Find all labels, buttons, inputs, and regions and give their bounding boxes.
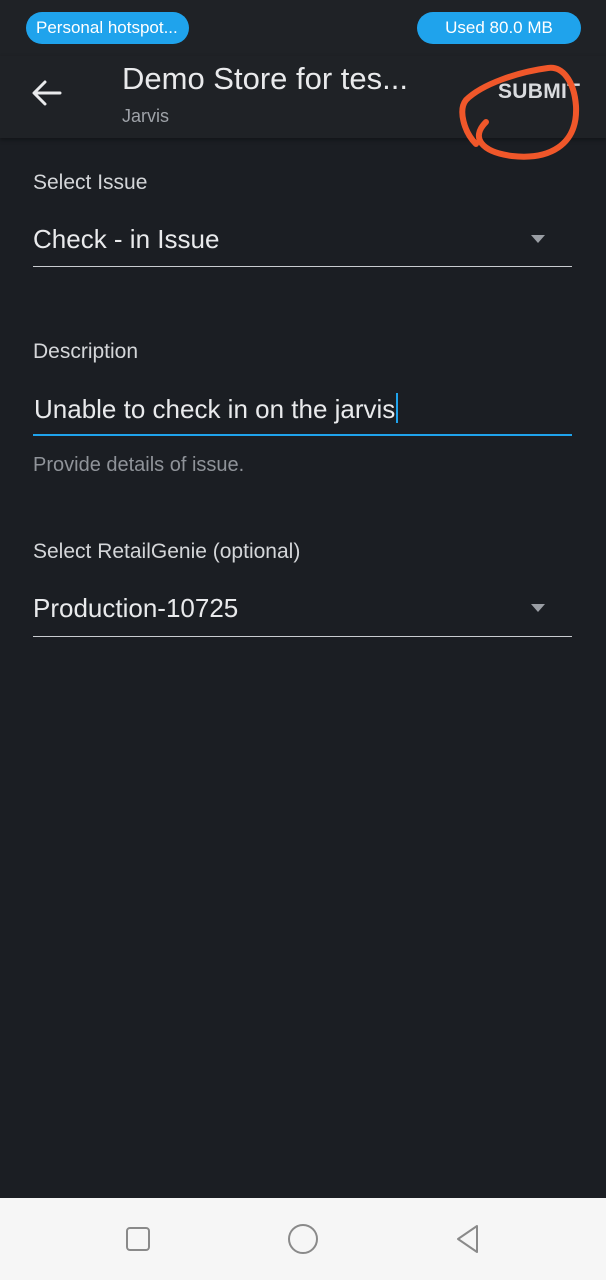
retailgenie-select[interactable]: Production-10725	[33, 593, 238, 624]
screen: Personal hotspot... Used 80.0 MB Demo St…	[0, 0, 606, 1280]
retailgenie-label: Select RetailGenie (optional)	[33, 540, 301, 563]
submit-button[interactable]: SUBMIT	[498, 80, 580, 104]
navigation-bar	[0, 1198, 606, 1280]
issue-label: Select Issue	[33, 171, 148, 194]
retailgenie-underline	[33, 636, 572, 637]
description-input[interactable]: Unable to check in on the jarvis	[34, 393, 399, 425]
arrow-left-icon	[32, 80, 62, 106]
back-triangle-icon	[457, 1225, 478, 1253]
back-button[interactable]	[24, 70, 70, 116]
issue-select[interactable]: Check - in Issue	[33, 224, 219, 255]
home-icon	[288, 1224, 318, 1254]
text-cursor	[396, 393, 399, 423]
description-helper: Provide details of issue.	[33, 454, 245, 476]
app-bar: Demo Store for tes... Jarvis SUBMIT	[0, 56, 606, 138]
description-text: Unable to check in on the jarvis	[34, 394, 396, 424]
status-bar: Personal hotspot... Used 80.0 MB	[0, 0, 606, 56]
issue-dropdown-arrow-icon[interactable]	[531, 235, 545, 243]
data-usage-indicator[interactable]: Used 80.0 MB	[417, 12, 581, 44]
description-label: Description	[33, 340, 139, 363]
issue-underline	[33, 266, 572, 267]
recent-apps-icon	[126, 1227, 150, 1251]
description-underline	[33, 434, 572, 436]
retailgenie-dropdown-arrow-icon[interactable]	[531, 604, 545, 612]
recent-apps-button[interactable]	[115, 1216, 161, 1262]
home-button[interactable]	[280, 1216, 326, 1262]
page-subtitle: Jarvis	[122, 106, 170, 126]
page-title: Demo Store for tes...	[122, 61, 408, 96]
system-back-button[interactable]	[445, 1216, 491, 1262]
hotspot-indicator[interactable]: Personal hotspot...	[26, 12, 189, 44]
